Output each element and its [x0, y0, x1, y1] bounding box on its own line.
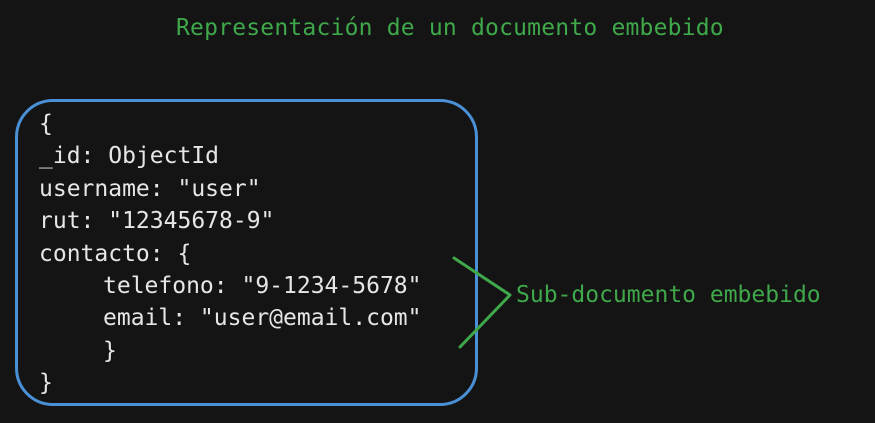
- code-line-username: username: "user": [39, 175, 261, 202]
- sub-document-label: Sub-documento embebido: [516, 282, 821, 308]
- code-line-telefono: telefono: "9-1234-5678": [103, 272, 422, 299]
- code-line-sub-close-brace: }: [103, 337, 117, 364]
- code-line-email: email: "user@email.com": [103, 305, 422, 332]
- code-line-close-brace: }: [39, 370, 53, 397]
- code-line-contacto: contacto: {: [39, 240, 192, 267]
- code-line-id: _id: ObjectId: [39, 143, 220, 170]
- diagram-title: Representación de un documento embebido: [176, 15, 724, 41]
- bracket-connector-icon: [452, 256, 512, 349]
- code-line-rut: rut: "12345678-9": [39, 208, 275, 235]
- bracket-connector-line: [452, 256, 512, 349]
- document-code: { _id: ObjectId username: "user" rut: "1234…: [39, 108, 422, 400]
- code-line-open-brace: {: [39, 111, 53, 137]
